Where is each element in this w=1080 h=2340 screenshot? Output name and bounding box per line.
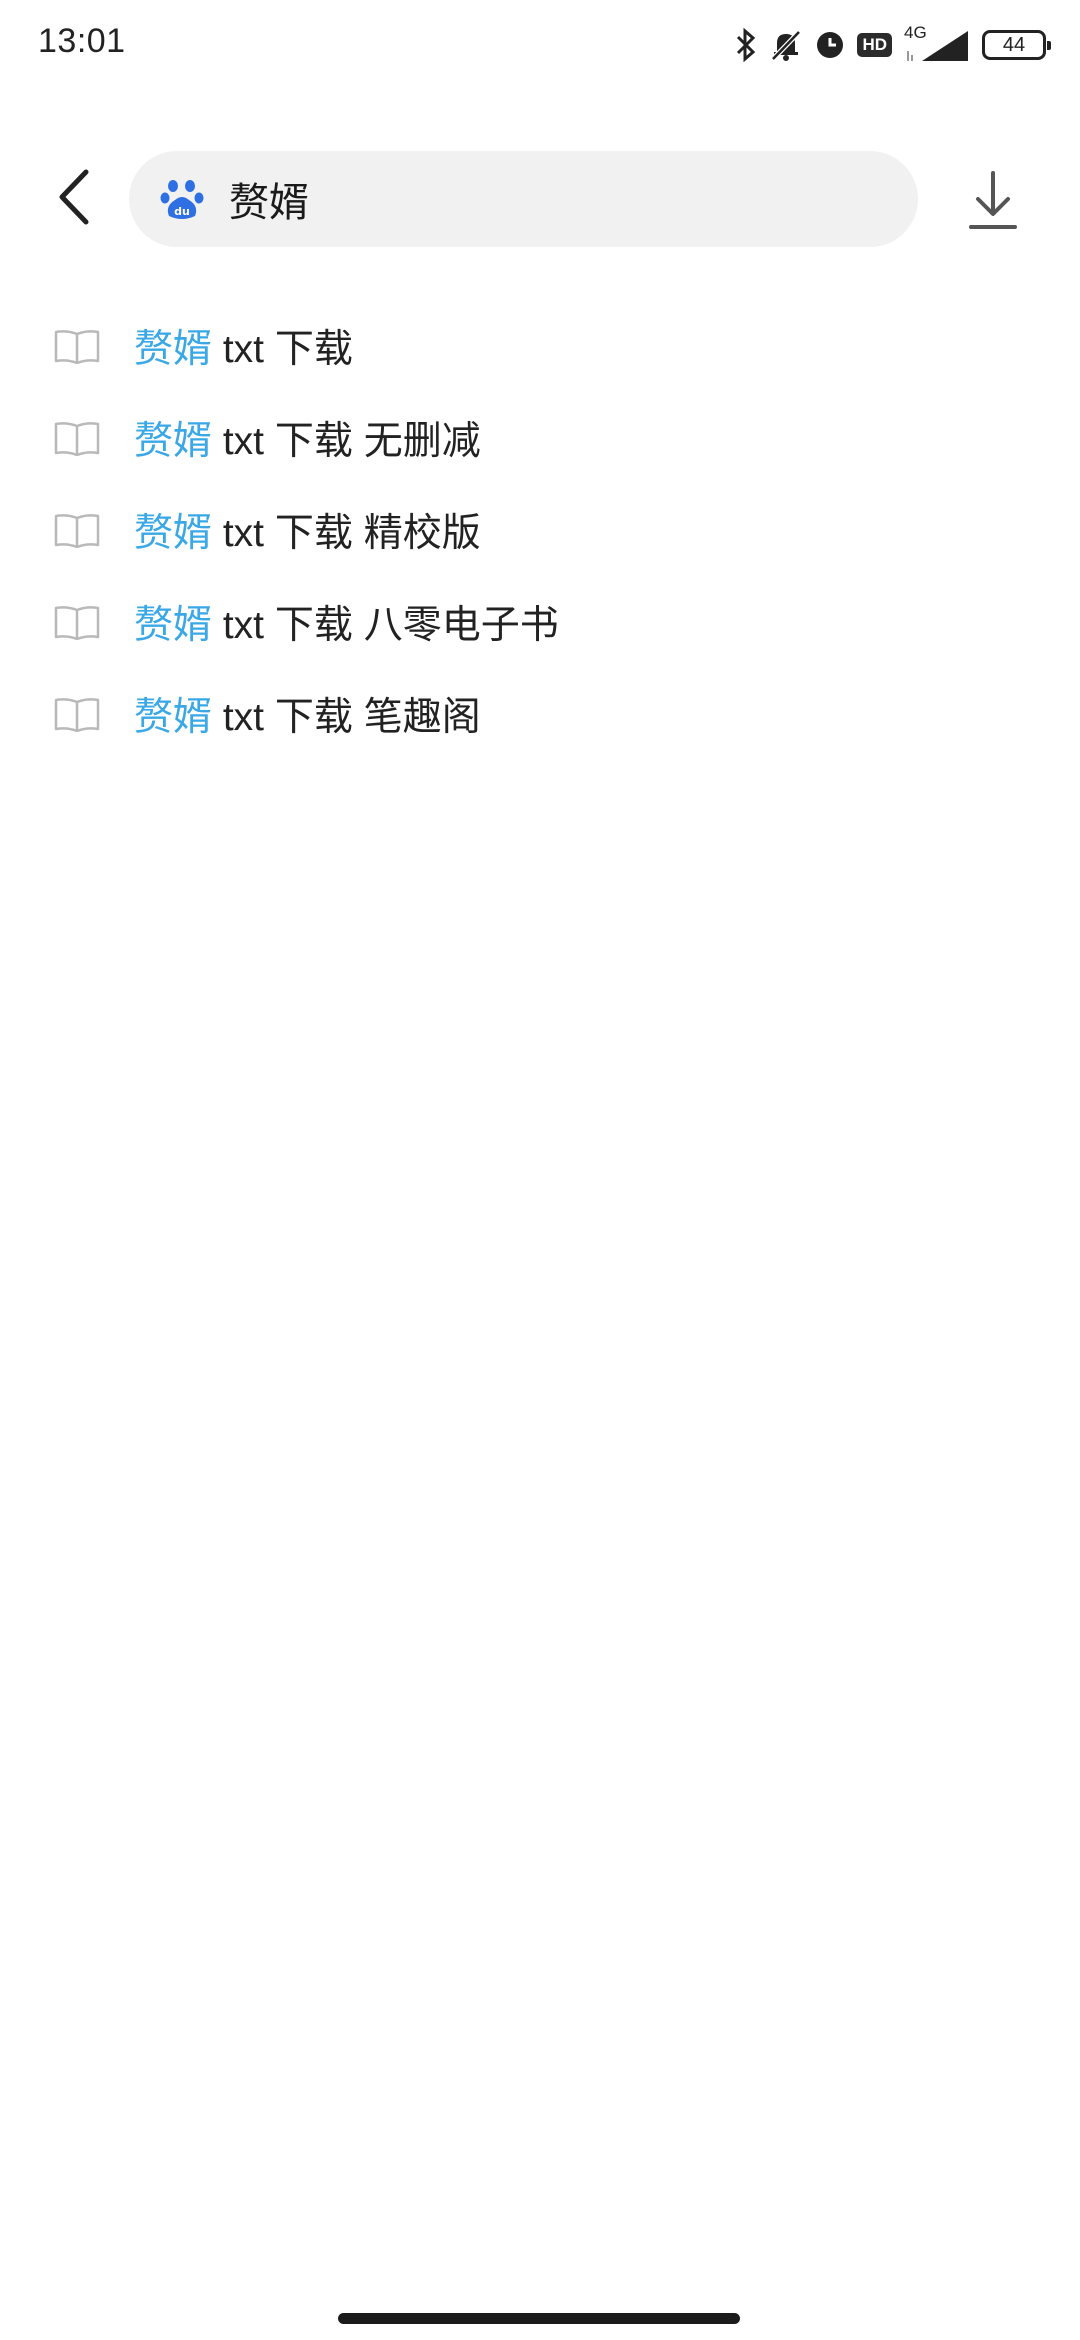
hd-badge: HD: [857, 33, 892, 57]
chevron-left-icon: [59, 169, 89, 225]
alarm-clock-icon: [815, 30, 845, 60]
back-button[interactable]: [48, 162, 98, 232]
suggestion-rest: txt 下载 无删减: [212, 420, 481, 463]
suggestion-highlight: 赘婿: [134, 512, 213, 555]
home-indicator[interactable]: [338, 2313, 740, 2324]
suggestion-item[interactable]: 赘婿 txt 下载 无删减: [0, 392, 1080, 484]
status-bar: 13:01 HD 4G 44: [0, 0, 1080, 90]
bluetooth-icon: [735, 28, 757, 62]
book-icon: [54, 328, 100, 364]
book-icon: [54, 604, 100, 640]
suggestion-highlight: 赘婿: [134, 604, 213, 647]
battery-icon: 44: [982, 30, 1051, 60]
status-icons: HD 4G 44: [735, 23, 1051, 66]
suggestion-item[interactable]: 赘婿 txt 下载: [0, 300, 1080, 392]
suggestion-text: 赘婿 txt 下载: [134, 318, 353, 374]
mute-bell-icon: [769, 28, 803, 62]
svg-text:du: du: [174, 205, 190, 218]
status-time: 13:01: [38, 22, 126, 60]
book-icon: [54, 696, 100, 732]
suggestion-item[interactable]: 赘婿 txt 下载 精校版: [0, 484, 1080, 576]
suggestion-highlight: 赘婿: [134, 328, 213, 371]
suggestion-text: 赘婿 txt 下载 精校版: [134, 502, 481, 558]
suggestion-list: 赘婿 txt 下载 赘婿 txt 下载 无删减 赘婿 txt 下载 精校版 赘婿…: [0, 300, 1080, 760]
download-icon: [969, 171, 1017, 229]
search-box[interactable]: du 赘婿: [129, 151, 918, 247]
download-button[interactable]: [962, 165, 1024, 235]
suggestion-rest: txt 下载 精校版: [212, 512, 481, 555]
signal-icon: 4G: [904, 23, 970, 65]
suggestion-item[interactable]: 赘婿 txt 下载 八零电子书: [0, 576, 1080, 668]
suggestion-rest: txt 下载 笔趣阁: [212, 696, 481, 739]
search-input[interactable]: 赘婿: [229, 170, 309, 228]
suggestion-text: 赘婿 txt 下载 笔趣阁: [134, 686, 481, 742]
battery-level: 44: [1002, 33, 1026, 56]
suggestion-rest: txt 下载 八零电子书: [212, 604, 559, 647]
suggestion-rest: txt 下载: [212, 328, 353, 371]
suggestion-item[interactable]: 赘婿 txt 下载 笔趣阁: [0, 668, 1080, 760]
suggestion-highlight: 赘婿: [134, 420, 213, 463]
book-icon: [54, 420, 100, 456]
suggestion-text: 赘婿 txt 下载 无删减: [134, 410, 481, 466]
suggestion-highlight: 赘婿: [134, 696, 213, 739]
baidu-paw-icon: du: [159, 176, 205, 222]
suggestion-text: 赘婿 txt 下载 八零电子书: [134, 594, 559, 650]
book-icon: [54, 512, 100, 548]
